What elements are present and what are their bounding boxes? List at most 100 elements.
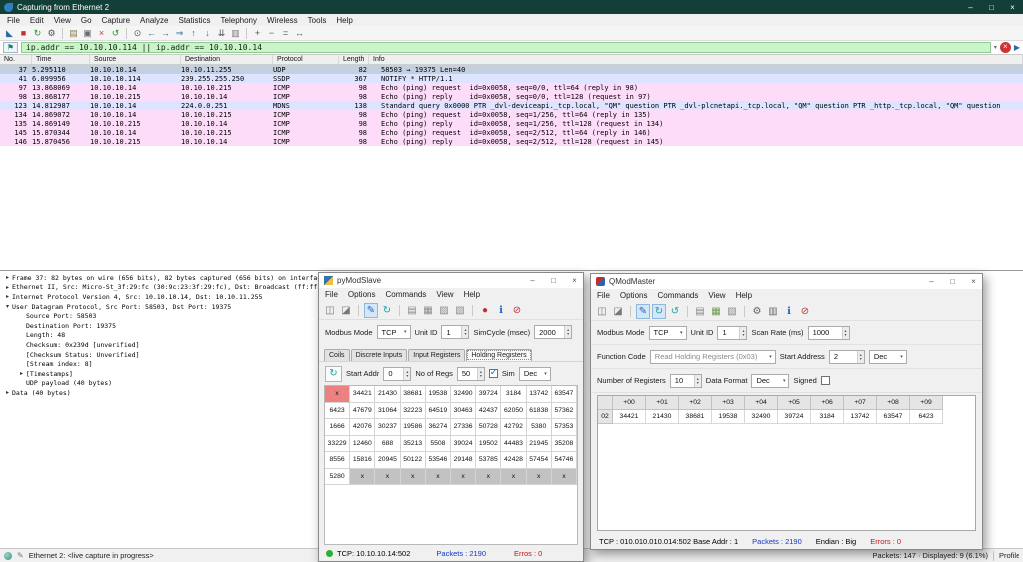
holding-register-cell[interactable]: 5280 (325, 468, 351, 485)
holding-register-cell[interactable]: x (400, 468, 426, 485)
holding-register-cell[interactable]: 5508 (425, 435, 451, 452)
save-file-icon[interactable]: ▣ (81, 27, 94, 40)
edit-icon[interactable]: ✎ (636, 303, 650, 319)
zoom-in-icon[interactable]: + (251, 27, 264, 40)
scan-rate-spinbox[interactable]: 1000 ▴ ▾ (807, 325, 850, 340)
close-icon[interactable]: × (1002, 0, 1023, 14)
holding-register-cell[interactable]: 42076 (350, 419, 376, 436)
packet-row-37[interactable]: 37 5.295110 10.10.10.14 10.10.11.255 UDP 82 58… (0, 65, 1023, 74)
expander-icon[interactable]: ▾ (3, 303, 12, 310)
holding-register-cell[interactable]: 61838 (526, 402, 552, 419)
holding-register-cell[interactable]: 19586 (400, 419, 426, 436)
holding-register-cell[interactable]: 6423 (325, 402, 351, 419)
qmodmaster-titlebar[interactable]: QModMaster – □ × (591, 274, 982, 289)
register-value-cell[interactable]: 39724 (778, 410, 811, 424)
number-of-registers-spinbox[interactable]: 10 ▴ ▾ (669, 373, 702, 388)
tab-input-registers[interactable]: Input Registers (408, 349, 466, 361)
column-header-source[interactable]: Source (90, 55, 181, 64)
holding-register-cell[interactable]: x (476, 468, 502, 485)
holding-register-cell[interactable]: 13742 (526, 386, 552, 403)
disconnect-icon[interactable]: ◪ (339, 303, 353, 318)
signed-checkbox[interactable] (820, 376, 830, 385)
filter-dropdown-icon[interactable]: ▾ (994, 44, 997, 51)
restart-capture-icon[interactable]: ↻ (31, 27, 44, 40)
menu-item-file[interactable]: File (2, 16, 25, 25)
holding-register-cell[interactable]: 33229 (325, 435, 351, 452)
capture-fin-icon[interactable]: ◣ (3, 27, 16, 40)
holding-register-cell[interactable]: 35213 (400, 435, 426, 452)
spinner-arrows-icon[interactable]: ▴ ▾ (461, 326, 469, 338)
menu-item-options[interactable]: Options (615, 291, 653, 300)
holding-register-cell[interactable]: 50728 (476, 419, 502, 436)
data-format-select[interactable]: Dec ▾ (751, 373, 790, 388)
expander-icon[interactable]: ▸ (3, 293, 12, 300)
menu-item-file[interactable]: File (592, 291, 615, 300)
menu-item-edit[interactable]: Edit (25, 16, 49, 25)
menu-item-capture[interactable]: Capture (97, 16, 135, 25)
column-header-no[interactable]: No. (0, 55, 32, 64)
holding-register-cell[interactable]: x (501, 468, 527, 485)
holding-register-cell[interactable]: 34421 (350, 386, 376, 403)
column-header-time[interactable]: Time (32, 55, 90, 64)
holding-register-cell[interactable]: 29148 (451, 452, 477, 469)
spinner-arrows-icon[interactable]: ▴ ▾ (693, 374, 701, 387)
holding-register-cell[interactable]: x (375, 468, 401, 485)
about-icon[interactable]: ℹ (782, 304, 796, 319)
minimize-icon[interactable]: – (524, 276, 541, 285)
refresh-values-icon[interactable]: ↻ (325, 365, 342, 382)
holding-register-cell[interactable]: 62050 (501, 402, 527, 419)
holding-register-cell[interactable]: 19502 (476, 435, 502, 452)
display-filter-input[interactable]: ip.addr == 10.10.10.114 || ip.addr == 10… (21, 42, 991, 53)
holding-register-cell[interactable]: 39724 (476, 386, 502, 403)
connect-icon[interactable]: ◫ (595, 304, 609, 319)
capture-comment-icon[interactable]: ✎ (17, 551, 24, 560)
request-icon[interactable]: ↺ (668, 304, 682, 319)
holding-register-cell[interactable]: 42792 (501, 419, 527, 436)
unit-id-spinbox[interactable]: 1 ▴ ▾ (441, 325, 470, 339)
holding-register-cell[interactable]: 39024 (451, 435, 477, 452)
register-value-cell[interactable]: 32490 (745, 410, 778, 424)
expander-icon[interactable]: ▸ (3, 274, 12, 281)
holding-register-cell[interactable]: 38681 (400, 386, 426, 403)
holding-register-cell[interactable]: 47679 (350, 402, 376, 419)
menu-item-view[interactable]: View (431, 290, 458, 299)
menu-item-help[interactable]: Help (731, 291, 757, 300)
edit-registers-icon[interactable]: ✎ (364, 302, 378, 318)
wireshark-titlebar[interactable]: Capturing from Ethernet 2 – □ × (0, 0, 1023, 14)
menu-item-wireless[interactable]: Wireless (262, 16, 303, 25)
packet-row-135[interactable]: 135 14.869149 10.10.10.215 10.10.10.14 ICMP 9… (0, 119, 1023, 128)
holding-register-cell[interactable]: 3184 (501, 386, 527, 403)
spinner-arrows-icon[interactable]: ▴ ▾ (841, 326, 849, 339)
holding-register-cell[interactable]: 21945 (526, 435, 552, 452)
tcp-settings-icon[interactable]: ▧ (453, 303, 467, 318)
menu-item-file[interactable]: File (320, 290, 343, 299)
holding-register-cell[interactable]: 19538 (425, 386, 451, 403)
value-format-select[interactable]: Dec ▾ (518, 366, 551, 381)
holding-register-cell[interactable]: 5380 (526, 419, 552, 436)
holding-register-cell[interactable]: 64519 (425, 402, 451, 419)
holding-register-cell[interactable]: x (551, 468, 577, 485)
holding-register-cell[interactable]: 32490 (451, 386, 477, 403)
holding-register-cell[interactable]: 50122 (400, 452, 426, 469)
resize-columns-icon[interactable]: ↔ (293, 27, 306, 40)
expander-icon[interactable]: ▸ (3, 284, 12, 291)
menu-item-analyze[interactable]: Analyze (135, 16, 173, 25)
profile-label[interactable]: Profile (999, 551, 1019, 560)
simcycle-spinbox[interactable]: 2000 ▴ ▾ (534, 325, 573, 339)
holding-register-cell[interactable]: 57362 (551, 402, 577, 419)
holding-register-cell[interactable]: 57353 (551, 419, 577, 436)
start-address-spinbox[interactable]: 2 ▴ ▾ (828, 349, 865, 364)
holding-register-cell[interactable]: 57454 (526, 452, 552, 469)
exit-icon[interactable]: ⊘ (510, 303, 524, 318)
maximize-icon[interactable]: □ (981, 0, 1002, 14)
tab-holding-registers[interactable]: Holding Registers (466, 349, 532, 361)
register-value-cell[interactable]: 19538 (712, 410, 745, 424)
minimize-icon[interactable]: – (960, 0, 981, 14)
zoom-100-icon[interactable]: = (279, 27, 292, 40)
spinner-arrows-icon[interactable]: ▴ ▾ (564, 326, 572, 338)
no-of-regs-spinbox[interactable]: 50 ▴ ▾ (456, 366, 485, 381)
packet-row-123[interactable]: 123 14.812987 10.10.10.14 224.0.0.251 MDNS 13… (0, 101, 1023, 110)
go-forward-icon[interactable]: → (159, 27, 172, 40)
read-data-icon[interactable]: ▤ (693, 304, 707, 319)
capture-options-icon[interactable]: ⚙ (45, 27, 58, 40)
